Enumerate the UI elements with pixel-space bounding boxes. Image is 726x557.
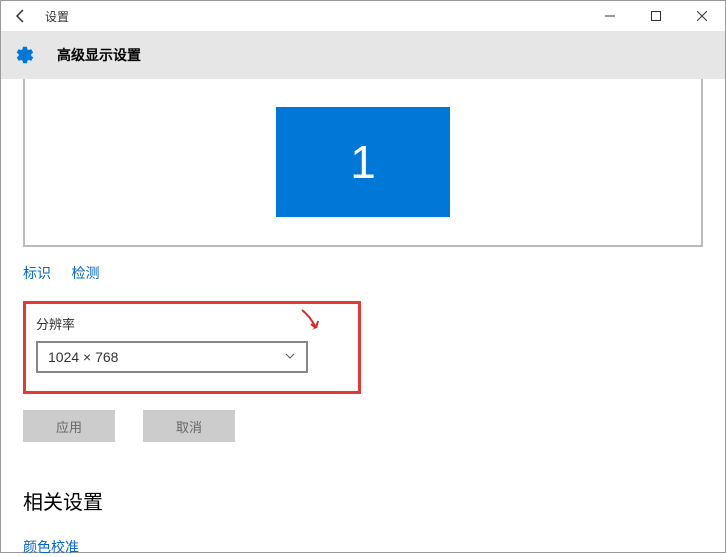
button-row: 应用 取消 (23, 410, 703, 442)
back-button[interactable] (9, 4, 33, 28)
detect-link[interactable]: 检测 (71, 265, 99, 281)
related-settings-title: 相关设置 (23, 486, 703, 515)
maximize-button[interactable] (633, 1, 679, 31)
resolution-dropdown[interactable]: 1024 × 768 (36, 341, 308, 373)
cancel-button[interactable]: 取消 (143, 410, 235, 442)
chevron-down-icon (284, 350, 296, 365)
minimize-button[interactable] (587, 1, 633, 31)
resolution-label: 分辨率 (36, 314, 344, 333)
monitor-thumbnail[interactable]: 1 (276, 107, 450, 217)
window-title: 设置 (45, 8, 69, 25)
gear-icon (15, 45, 35, 65)
titlebar: 设置 (1, 1, 725, 31)
display-links: 标识 检测 (23, 263, 703, 283)
apply-button[interactable]: 应用 (23, 410, 115, 442)
monitor-number: 1 (350, 135, 376, 189)
content-area: 1 标识 检测 分辨率 1024 × 768 应用 取消 相关设置 颜色校准 (1, 79, 725, 557)
header-bar: 高级显示设置 (1, 31, 725, 79)
display-preview-box: 1 (23, 79, 703, 247)
identify-link[interactable]: 标识 (23, 265, 51, 281)
close-button[interactable] (679, 1, 725, 31)
page-title: 高级显示设置 (57, 45, 141, 65)
color-calibration-link[interactable]: 颜色校准 (23, 537, 703, 557)
resolution-value: 1024 × 768 (48, 349, 118, 365)
window-controls (587, 1, 725, 31)
resolution-highlight: 分辨率 1024 × 768 (23, 301, 361, 394)
